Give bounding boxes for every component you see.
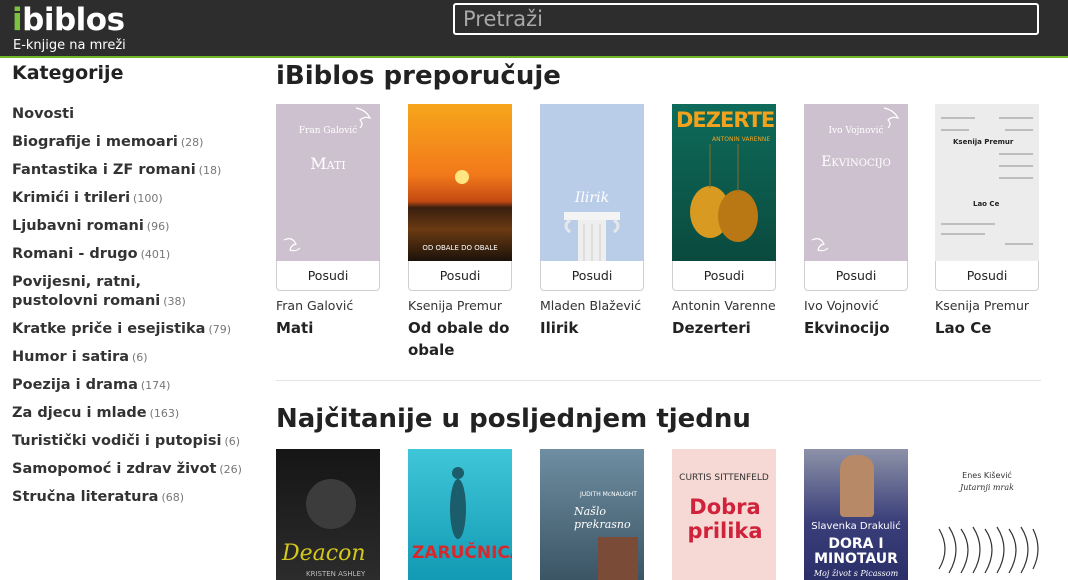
- section-title-recommended: iBiblos preporučuje: [276, 61, 561, 91]
- book-card: Ilirik Posudi Mladen Blažević Ilirik: [540, 104, 644, 339]
- tagline: E-knjige na mreži: [13, 38, 126, 53]
- logo[interactable]: ibiblos: [12, 4, 125, 36]
- book-author[interactable]: Antonin Varenne: [672, 298, 776, 314]
- book-title[interactable]: Mati: [276, 317, 380, 339]
- section-weekly: Najčitanije u posljednjem tjednu: [276, 403, 751, 435]
- book-cover[interactable]: CURTIS SITTENFELD Dobra prilika: [672, 449, 776, 580]
- book-cover[interactable]: JUDITH McNAUGHT Našlo prekrasno: [540, 449, 644, 580]
- book-card: Ksenija Premur Lao Ce Posudi Ksenija Pre…: [935, 104, 1039, 339]
- book-cover[interactable]: OD OBALE DO OBALE: [408, 104, 512, 261]
- book-card: DEZERTERI ANTONIN VARENNE Posudi Antonin…: [672, 104, 776, 339]
- category-item[interactable]: Krimići i trileri (100): [12, 189, 262, 208]
- book-cover[interactable]: ZARUČNICA: [408, 449, 512, 580]
- sidebar-title: Kategorije: [12, 62, 124, 84]
- category-list: Novosti Biografije i memoari (28) Fantast…: [12, 105, 262, 507]
- book-author[interactable]: Mladen Blažević: [540, 298, 644, 314]
- book-author[interactable]: Fran Galović: [276, 298, 380, 314]
- leaf-pattern-icon: [938, 526, 1039, 574]
- category-item[interactable]: Povijesni, ratni, pustolovni romani (38): [12, 273, 217, 311]
- section-title-weekly: Najčitanije u posljednjem tjednu: [276, 404, 751, 434]
- column-capital-icon: [564, 212, 620, 261]
- book-cover[interactable]: Ivo Vojnović Ekvinocijo: [804, 104, 908, 261]
- book-title[interactable]: Od obale do obale: [408, 317, 512, 361]
- book-author[interactable]: Ksenija Premur: [408, 298, 512, 314]
- figure-shape: [840, 455, 874, 517]
- posudi-button[interactable]: Posudi: [804, 261, 908, 291]
- section-divider: [276, 380, 1041, 381]
- book-card: Ivo Vojnović Ekvinocijo Posudi Ivo Vojno…: [804, 104, 908, 339]
- category-item[interactable]: Samopomoć i zdrav život (26): [12, 460, 262, 479]
- book-card: Fran Galović Mati Posudi Fran Galović Ma…: [276, 104, 380, 339]
- posudi-button[interactable]: Posudi: [276, 261, 380, 291]
- category-item[interactable]: Fantastika i ZF romani (18): [12, 161, 262, 180]
- boxing-gloves-icon: [690, 144, 758, 242]
- book-cover[interactable]: Fran Galović Mati: [276, 104, 380, 261]
- book-title[interactable]: Ilirik: [540, 317, 644, 339]
- book-cover[interactable]: Ksenija Premur Lao Ce: [935, 104, 1039, 261]
- main-content: iBiblos preporučuje Fran Galović Mati Po…: [276, 60, 1041, 384]
- category-item[interactable]: Humor i satira (6): [12, 348, 262, 367]
- posudi-button[interactable]: Posudi: [540, 261, 644, 291]
- top-header: ibiblos E-knjige na mreži: [0, 0, 1068, 58]
- book-cover[interactable]: Deacon KRISTEN ASHLEY: [276, 449, 380, 580]
- recommended-books: Fran Galović Mati Posudi Fran Galović Ma…: [276, 104, 1041, 384]
- category-item[interactable]: Kratke priče i esejistika (79): [12, 320, 262, 339]
- book-title[interactable]: Lao Ce: [935, 317, 1039, 339]
- book-cover[interactable]: Ilirik: [540, 104, 644, 261]
- sidebar-categories: Kategorije Novosti Biografije i memoari(…: [12, 60, 262, 516]
- sun-icon: [455, 170, 469, 184]
- posudi-button[interactable]: Posudi: [408, 261, 512, 291]
- category-item[interactable]: Biografije i memoari (28): [12, 133, 262, 152]
- book-cover[interactable]: Slavenka Drakulić DORA I MINOTAUR Moj ži…: [804, 449, 908, 580]
- book-cover[interactable]: Enes Kišević Jutarnji mrak: [935, 449, 1039, 580]
- figure-shape: [306, 479, 356, 529]
- posudi-button[interactable]: Posudi: [935, 261, 1039, 291]
- category-item[interactable]: Novosti: [12, 105, 262, 124]
- book-title[interactable]: Ekvinocijo: [804, 317, 908, 339]
- category-item[interactable]: Turistički vodiči i putopisi (6): [12, 432, 262, 451]
- house-shape: [598, 537, 638, 580]
- category-item[interactable]: Ljubavni romani (96): [12, 217, 262, 236]
- category-item[interactable]: Romani - drugo (401): [12, 245, 262, 264]
- category-item[interactable]: Stručna literatura (68): [12, 488, 262, 507]
- book-author[interactable]: Ivo Vojnović: [804, 298, 908, 314]
- search-input[interactable]: [453, 3, 1039, 35]
- category-item[interactable]: Za djecu i mlade (163): [12, 404, 262, 423]
- book-cover[interactable]: DEZERTERI ANTONIN VARENNE: [672, 104, 776, 261]
- book-title[interactable]: Dezerteri: [672, 317, 776, 339]
- category-item[interactable]: Poezija i drama (174): [12, 376, 262, 395]
- weekly-books: Deacon KRISTEN ASHLEY ZARUČNICA JUDITH M…: [276, 449, 1041, 580]
- text-pattern-icon: [941, 117, 1033, 245]
- book-card: OD OBALE DO OBALE Posudi Ksenija Premur …: [408, 104, 512, 361]
- book-author[interactable]: Ksenija Premur: [935, 298, 1039, 314]
- posudi-button[interactable]: Posudi: [672, 261, 776, 291]
